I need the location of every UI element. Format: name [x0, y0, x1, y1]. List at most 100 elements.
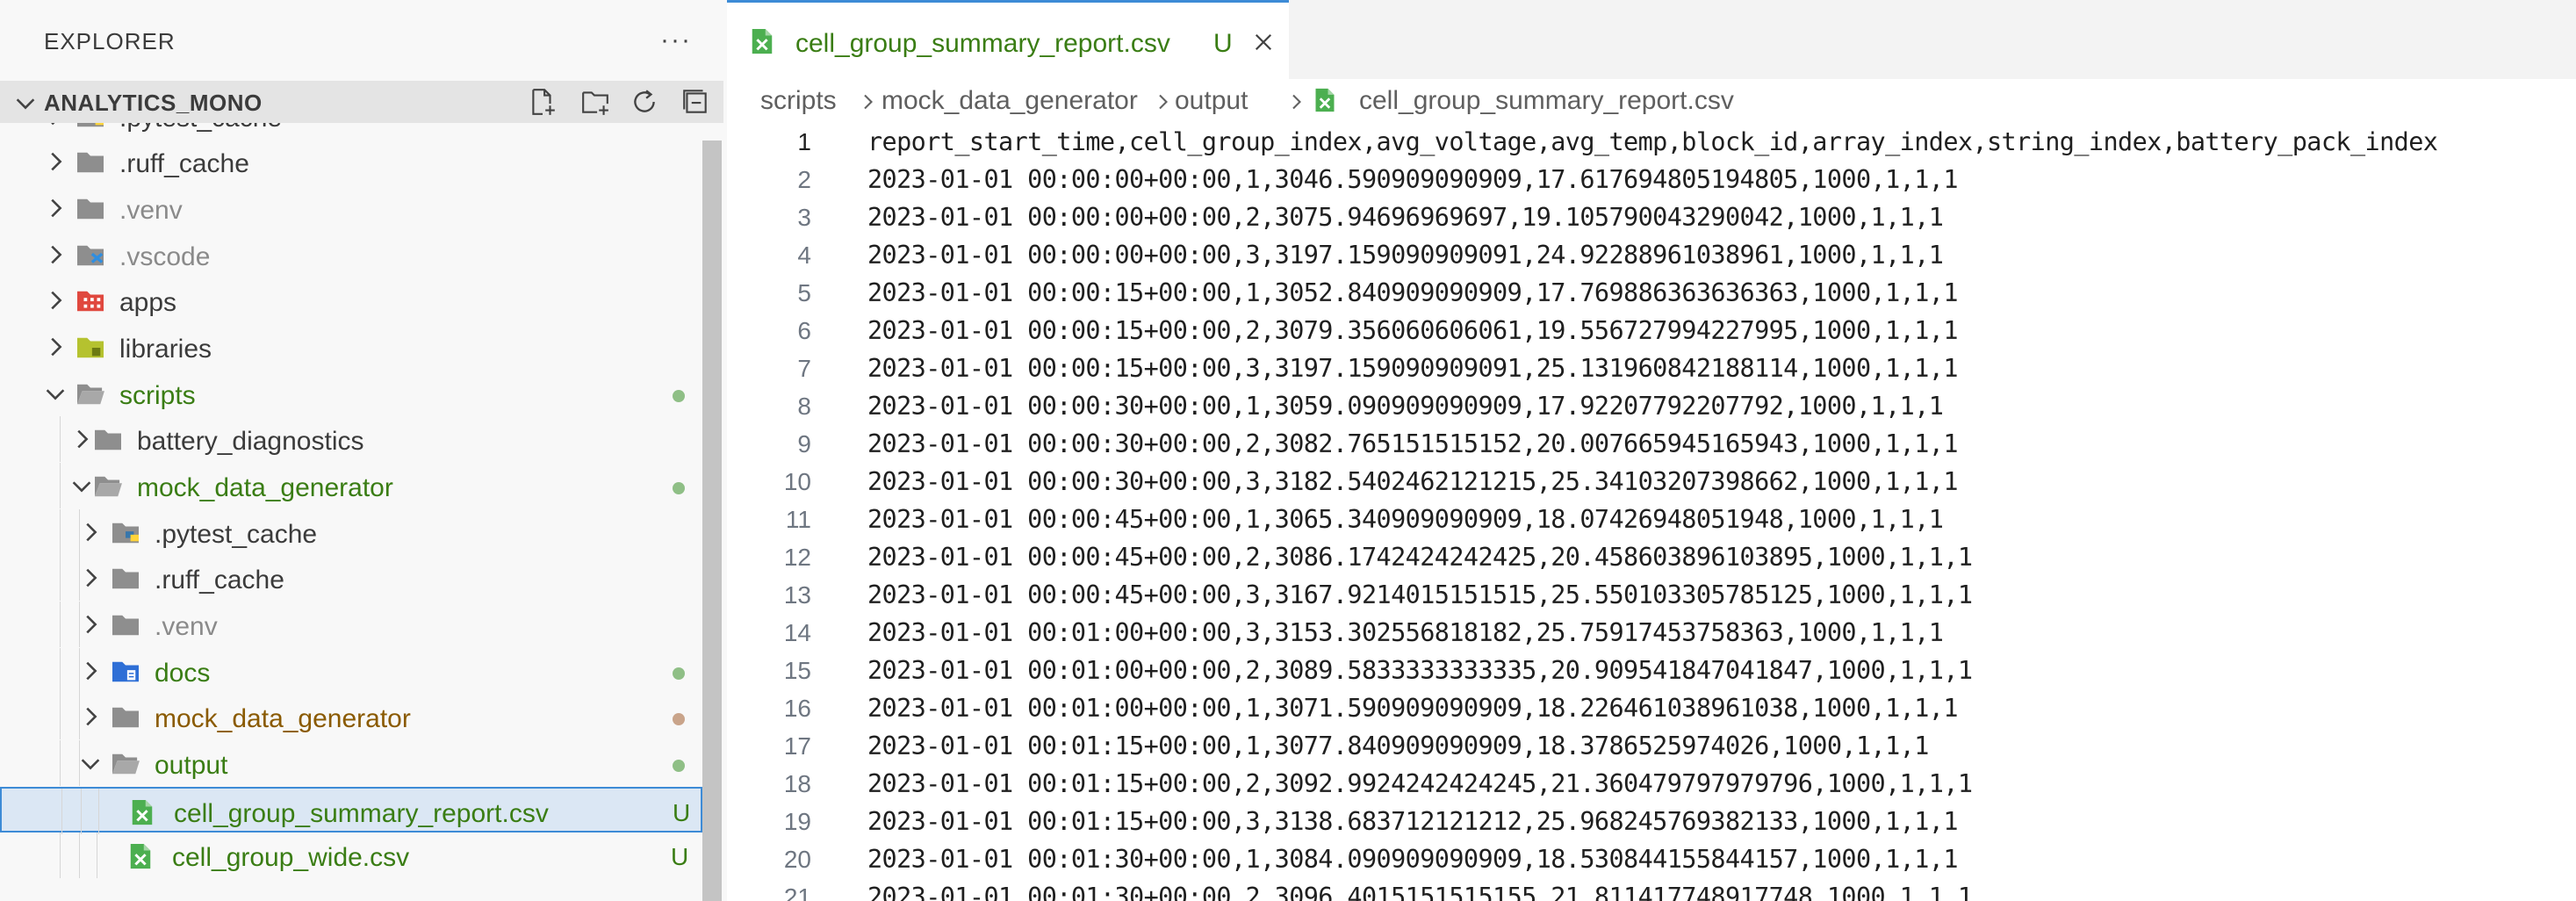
- code-line[interactable]: 10 2023-01-01 00:00:30+00:00,3,3182.54024…: [727, 463, 2576, 501]
- line-text: 2023-01-01 00:00:15+00:00,1,3052.8409090…: [867, 278, 1958, 307]
- line-number: 19: [783, 808, 811, 835]
- code-editor[interactable]: 1 report_start_time,cell_group_index,avg_…: [727, 123, 2576, 901]
- chevron-right-icon[interactable]: [42, 287, 68, 314]
- sidebar-scrollbar[interactable]: [702, 141, 722, 901]
- folder-tree-item[interactable]: .vscode: [0, 232, 702, 278]
- folder-icon: [111, 612, 140, 638]
- folder-tree-item[interactable]: scripts: [0, 371, 702, 416]
- folder-tree-item[interactable]: .venv: [0, 185, 702, 231]
- folder-tree-item[interactable]: libraries: [0, 324, 702, 370]
- chevron-right-icon[interactable]: [42, 123, 68, 129]
- line-number: 8: [797, 393, 811, 420]
- breadcrumb-item[interactable]: mock_data_generator: [881, 86, 1138, 116]
- folder-tree-item[interactable]: .venv: [0, 602, 702, 647]
- indent-guide: [79, 833, 80, 878]
- code-line[interactable]: 16 2023-01-01 00:01:00+00:00,1,3071.59090…: [727, 689, 2576, 727]
- tab-cell-group-summary-report[interactable]: cell_group_summary_report.csv U: [727, 0, 1289, 79]
- chevron-right-icon[interactable]: [68, 426, 95, 452]
- new-folder-icon[interactable]: [576, 84, 615, 119]
- code-line[interactable]: 1 report_start_time,cell_group_index,avg_…: [727, 123, 2576, 161]
- csv-file-icon: [1315, 88, 1335, 112]
- csv-file-icon: [752, 28, 773, 54]
- line-text: 2023-01-01 00:01:00+00:00,3,3153.3025568…: [867, 618, 1944, 647]
- chevron-right-icon[interactable]: [77, 703, 104, 730]
- line-number: 21: [783, 883, 811, 901]
- new-file-icon[interactable]: [523, 84, 562, 119]
- file-tree-item[interactable]: cell_group_summary_report.csv U: [0, 787, 702, 834]
- file-tree-item[interactable]: cell_group_wide.csv U: [0, 833, 702, 878]
- chevron-right-icon[interactable]: [77, 611, 104, 638]
- line-text: 2023-01-01 00:00:45+00:00,2,3086.1742424…: [867, 543, 1973, 572]
- code-line[interactable]: 20 2023-01-01 00:01:30+00:00,1,3084.09090…: [727, 840, 2576, 878]
- folder-tree-item[interactable]: output: [0, 740, 702, 786]
- editor-area: cell_group_summary_report.csv U scripts …: [727, 0, 2576, 901]
- folder-tree-item[interactable]: docs: [0, 648, 702, 694]
- code-line[interactable]: 12 2023-01-01 00:00:45+00:00,2,3086.17424…: [727, 538, 2576, 576]
- tree-item-label: scripts: [119, 381, 196, 410]
- folder-tree-item[interactable]: mock_data_generator: [0, 694, 702, 739]
- tree-item-label: output: [155, 751, 228, 780]
- folder-icon: [76, 196, 105, 222]
- breadcrumb-item[interactable]: output: [1175, 86, 1248, 116]
- collapse-all-icon[interactable]: [676, 84, 715, 119]
- breadcrumb-item[interactable]: scripts: [760, 86, 837, 116]
- open-folder-icon: [76, 381, 105, 407]
- code-line[interactable]: 3 2023-01-01 00:00:00+00:00,2,3075.946969…: [727, 198, 2576, 236]
- folder-tree-item[interactable]: .pytest_cache: [0, 509, 702, 555]
- tree-item-label: .pytest_cache: [119, 123, 282, 133]
- chevron-right-icon[interactable]: [77, 565, 104, 591]
- chevron-right-icon: [1159, 94, 1168, 110]
- code-line[interactable]: 7 2023-01-01 00:00:15+00:00,3,3197.159090…: [727, 350, 2576, 387]
- folder-tree-item[interactable]: .pytest_cache: [0, 123, 702, 139]
- folder-tree-item[interactable]: .ruff_cache: [0, 139, 702, 184]
- workspace-header[interactable]: ANALYTICS_MONO: [0, 81, 723, 123]
- close-icon[interactable]: [1248, 27, 1278, 57]
- chevron-down-icon[interactable]: [68, 472, 95, 499]
- folder-tree-item[interactable]: battery_diagnostics: [0, 416, 702, 462]
- line-number: 4: [797, 241, 811, 269]
- code-line[interactable]: 18 2023-01-01 00:01:15+00:00,2,3092.99242…: [727, 765, 2576, 803]
- refresh-icon[interactable]: [625, 84, 664, 119]
- code-line[interactable]: 2 2023-01-01 00:00:00+00:00,1,3046.590909…: [727, 161, 2576, 198]
- chevron-down-icon[interactable]: [12, 90, 39, 116]
- chevron-right-icon[interactable]: [42, 241, 68, 268]
- code-line[interactable]: 8 2023-01-01 00:00:30+00:00,1,3059.090909…: [727, 387, 2576, 425]
- code-line[interactable]: 17 2023-01-01 00:01:15+00:00,1,3077.84090…: [727, 727, 2576, 765]
- tree-item-label: apps: [119, 288, 177, 317]
- tree-item-label: .ruff_cache: [155, 566, 284, 595]
- folder-tree-item[interactable]: apps: [0, 278, 702, 323]
- line-text: 2023-01-01 00:01:00+00:00,2,3089.5833333…: [867, 656, 1973, 685]
- workspace-name: ANALYTICS_MONO: [44, 90, 263, 116]
- code-line[interactable]: 14 2023-01-01 00:01:00+00:00,3,3153.30255…: [727, 614, 2576, 652]
- code-line[interactable]: 11 2023-01-01 00:00:45+00:00,1,3065.34090…: [727, 501, 2576, 538]
- code-line[interactable]: 6 2023-01-01 00:00:15+00:00,2,3079.356060…: [727, 312, 2576, 350]
- chevron-right-icon[interactable]: [42, 195, 68, 221]
- indent-guide: [60, 694, 61, 739]
- indent-guide: [60, 509, 61, 555]
- indent-guide: [60, 833, 61, 878]
- code-line[interactable]: 15 2023-01-01 00:01:00+00:00,2,3089.58333…: [727, 652, 2576, 689]
- folder-icon: [111, 704, 140, 731]
- chevron-down-icon[interactable]: [42, 380, 68, 407]
- code-line[interactable]: 9 2023-01-01 00:00:30+00:00,2,3082.765151…: [727, 425, 2576, 463]
- more-actions-icon[interactable]: ···: [657, 21, 695, 60]
- tree-item-label: .pytest_cache: [155, 520, 318, 549]
- git-untracked-badge: U: [673, 799, 691, 826]
- chevron-down-icon[interactable]: [77, 750, 104, 776]
- chevron-right-icon[interactable]: [42, 148, 68, 175]
- breadcrumb: scripts mock_data_generator output cell_…: [727, 79, 2576, 123]
- git-status-dot: [673, 760, 685, 772]
- chevron-right-icon[interactable]: [77, 519, 104, 545]
- code-line[interactable]: 13 2023-01-01 00:00:45+00:00,3,3167.92140…: [727, 576, 2576, 614]
- chevron-right-icon[interactable]: [77, 658, 104, 684]
- code-line[interactable]: 21 2023-01-01 00:01:30+00:00,2,3096.40151…: [727, 878, 2576, 901]
- chevron-right-icon[interactable]: [42, 334, 68, 360]
- code-line[interactable]: 4 2023-01-01 00:00:00+00:00,3,3197.159090…: [727, 236, 2576, 274]
- folder-tree-item[interactable]: mock_data_generator: [0, 463, 702, 508]
- code-line[interactable]: 19 2023-01-01 00:01:15+00:00,3,3138.68371…: [727, 803, 2576, 840]
- tree-item-label: .venv: [119, 196, 183, 225]
- indent-guide: [98, 789, 99, 834]
- breadcrumb-item[interactable]: cell_group_summary_report.csv: [1359, 86, 1734, 116]
- folder-tree-item[interactable]: .ruff_cache: [0, 555, 702, 601]
- code-line[interactable]: 5 2023-01-01 00:00:15+00:00,1,3052.840909…: [727, 274, 2576, 312]
